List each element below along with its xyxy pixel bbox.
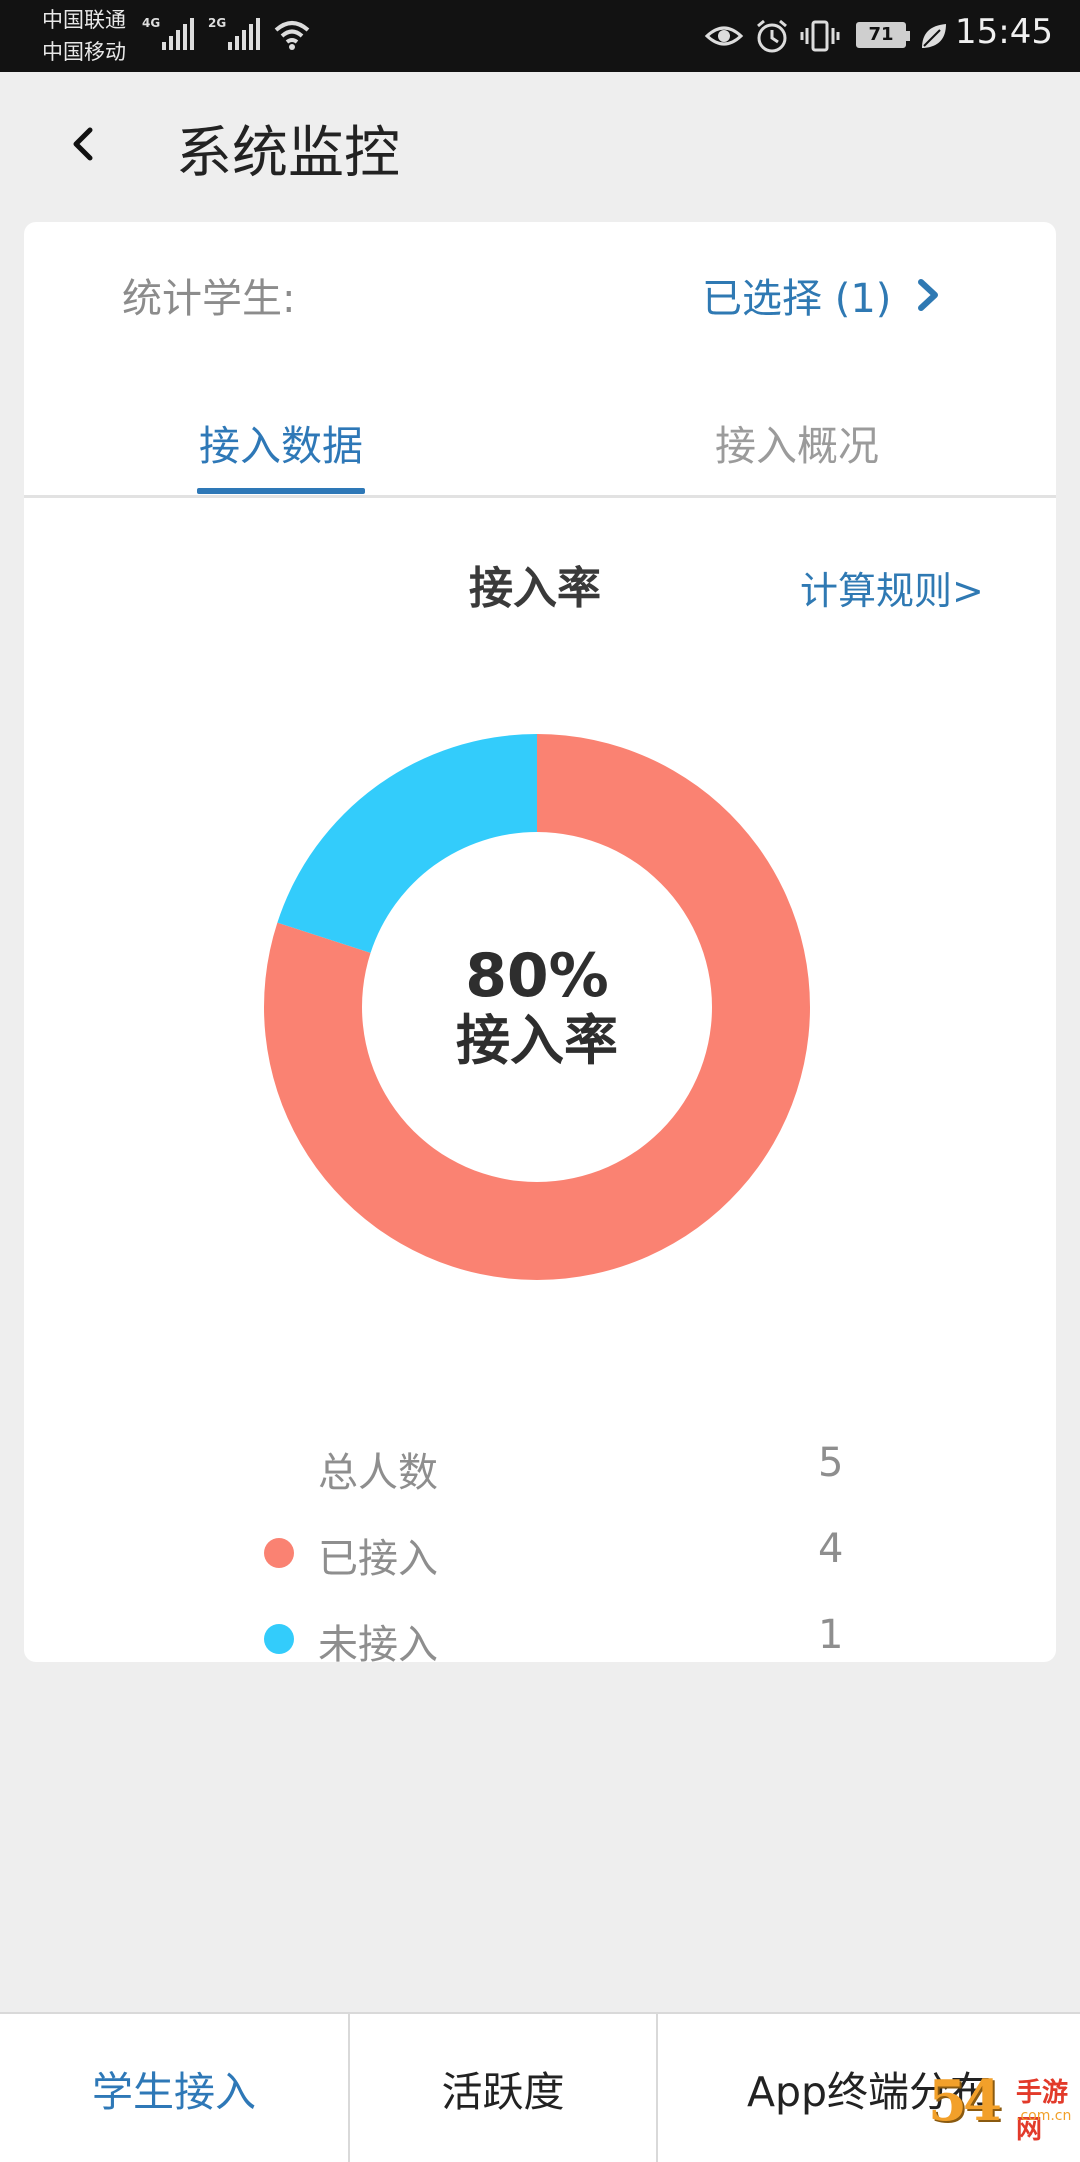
stat-row-connected: 已接入 4	[24, 1522, 1056, 1582]
nav-activity[interactable]: 活跃度	[350, 2014, 656, 2162]
chevron-left-icon[interactable]	[62, 122, 106, 166]
legend-dot-connected	[264, 1538, 294, 1568]
network-type-1: 4G	[142, 16, 161, 30]
stat-value: 1	[818, 1612, 844, 1658]
watermark-number: 54	[928, 2068, 1002, 2134]
network-type-2: 2G	[208, 16, 227, 30]
wifi-icon	[274, 21, 310, 50]
stat-label: 总人数	[318, 1450, 438, 1496]
alarm-icon	[757, 19, 787, 53]
carrier-1-label: 中国联通	[42, 8, 126, 32]
section-title: 接入率	[469, 563, 601, 614]
leaf-icon	[922, 24, 946, 48]
watermark-url: .com.cn	[1016, 2108, 1072, 2124]
watermark-logo: 54 手游网 .com.cn	[928, 2068, 1078, 2158]
bottom-nav: 学生接入 活跃度 App终端分布	[0, 2012, 1080, 2162]
stat-row-not-connected: 未接入 1	[24, 1608, 1056, 1662]
legend-dot-not-connected	[264, 1624, 294, 1654]
chevron-right-icon	[918, 279, 939, 311]
app-header: 系统监控	[0, 72, 1080, 218]
tab-divider	[24, 495, 1056, 498]
stat-label: 已接入	[318, 1536, 438, 1582]
stat-row-total: 总人数 5	[24, 1436, 1056, 1496]
selected-students-button[interactable]: 已选择 (1)	[702, 266, 941, 324]
status-bar: 中国联通 中国移动 4G 2G 71 15:45	[0, 0, 1080, 72]
tab-access-data[interactable]: 接入数据	[199, 412, 363, 472]
stat-value: 4	[818, 1526, 844, 1572]
eye-icon	[704, 26, 744, 46]
selected-students-value: 已选择 (1)	[702, 276, 892, 322]
stat-value: 5	[818, 1440, 844, 1486]
students-filter-label: 统计学生:	[122, 276, 296, 322]
stat-label: 未接入	[318, 1622, 438, 1662]
vibrate-icon	[800, 20, 840, 52]
donut-center: 80% 接入率	[262, 942, 812, 1072]
carrier-2-label: 中国移动	[42, 40, 126, 64]
active-tab-indicator	[197, 488, 365, 494]
monitor-card: 统计学生: 已选择 (1) 接入数据 接入概况 接入率 计算规则> 80% 接入…	[24, 222, 1056, 1662]
battery-icon: 71	[856, 22, 910, 48]
page-title: 系统监控	[176, 121, 400, 186]
clock: 15:45	[955, 12, 1053, 52]
signal-1-icon: 4G	[142, 16, 198, 56]
donut-slice	[277, 734, 537, 953]
nav-student-access[interactable]: 学生接入	[0, 2014, 348, 2162]
tab-access-overview[interactable]: 接入概况	[715, 412, 879, 472]
access-rate-value: 80%	[465, 941, 609, 1011]
access-rate-label: 接入率	[456, 1009, 618, 1072]
calculation-rules-link[interactable]: 计算规则>	[800, 560, 984, 615]
signal-2-icon: 2G	[208, 16, 264, 56]
